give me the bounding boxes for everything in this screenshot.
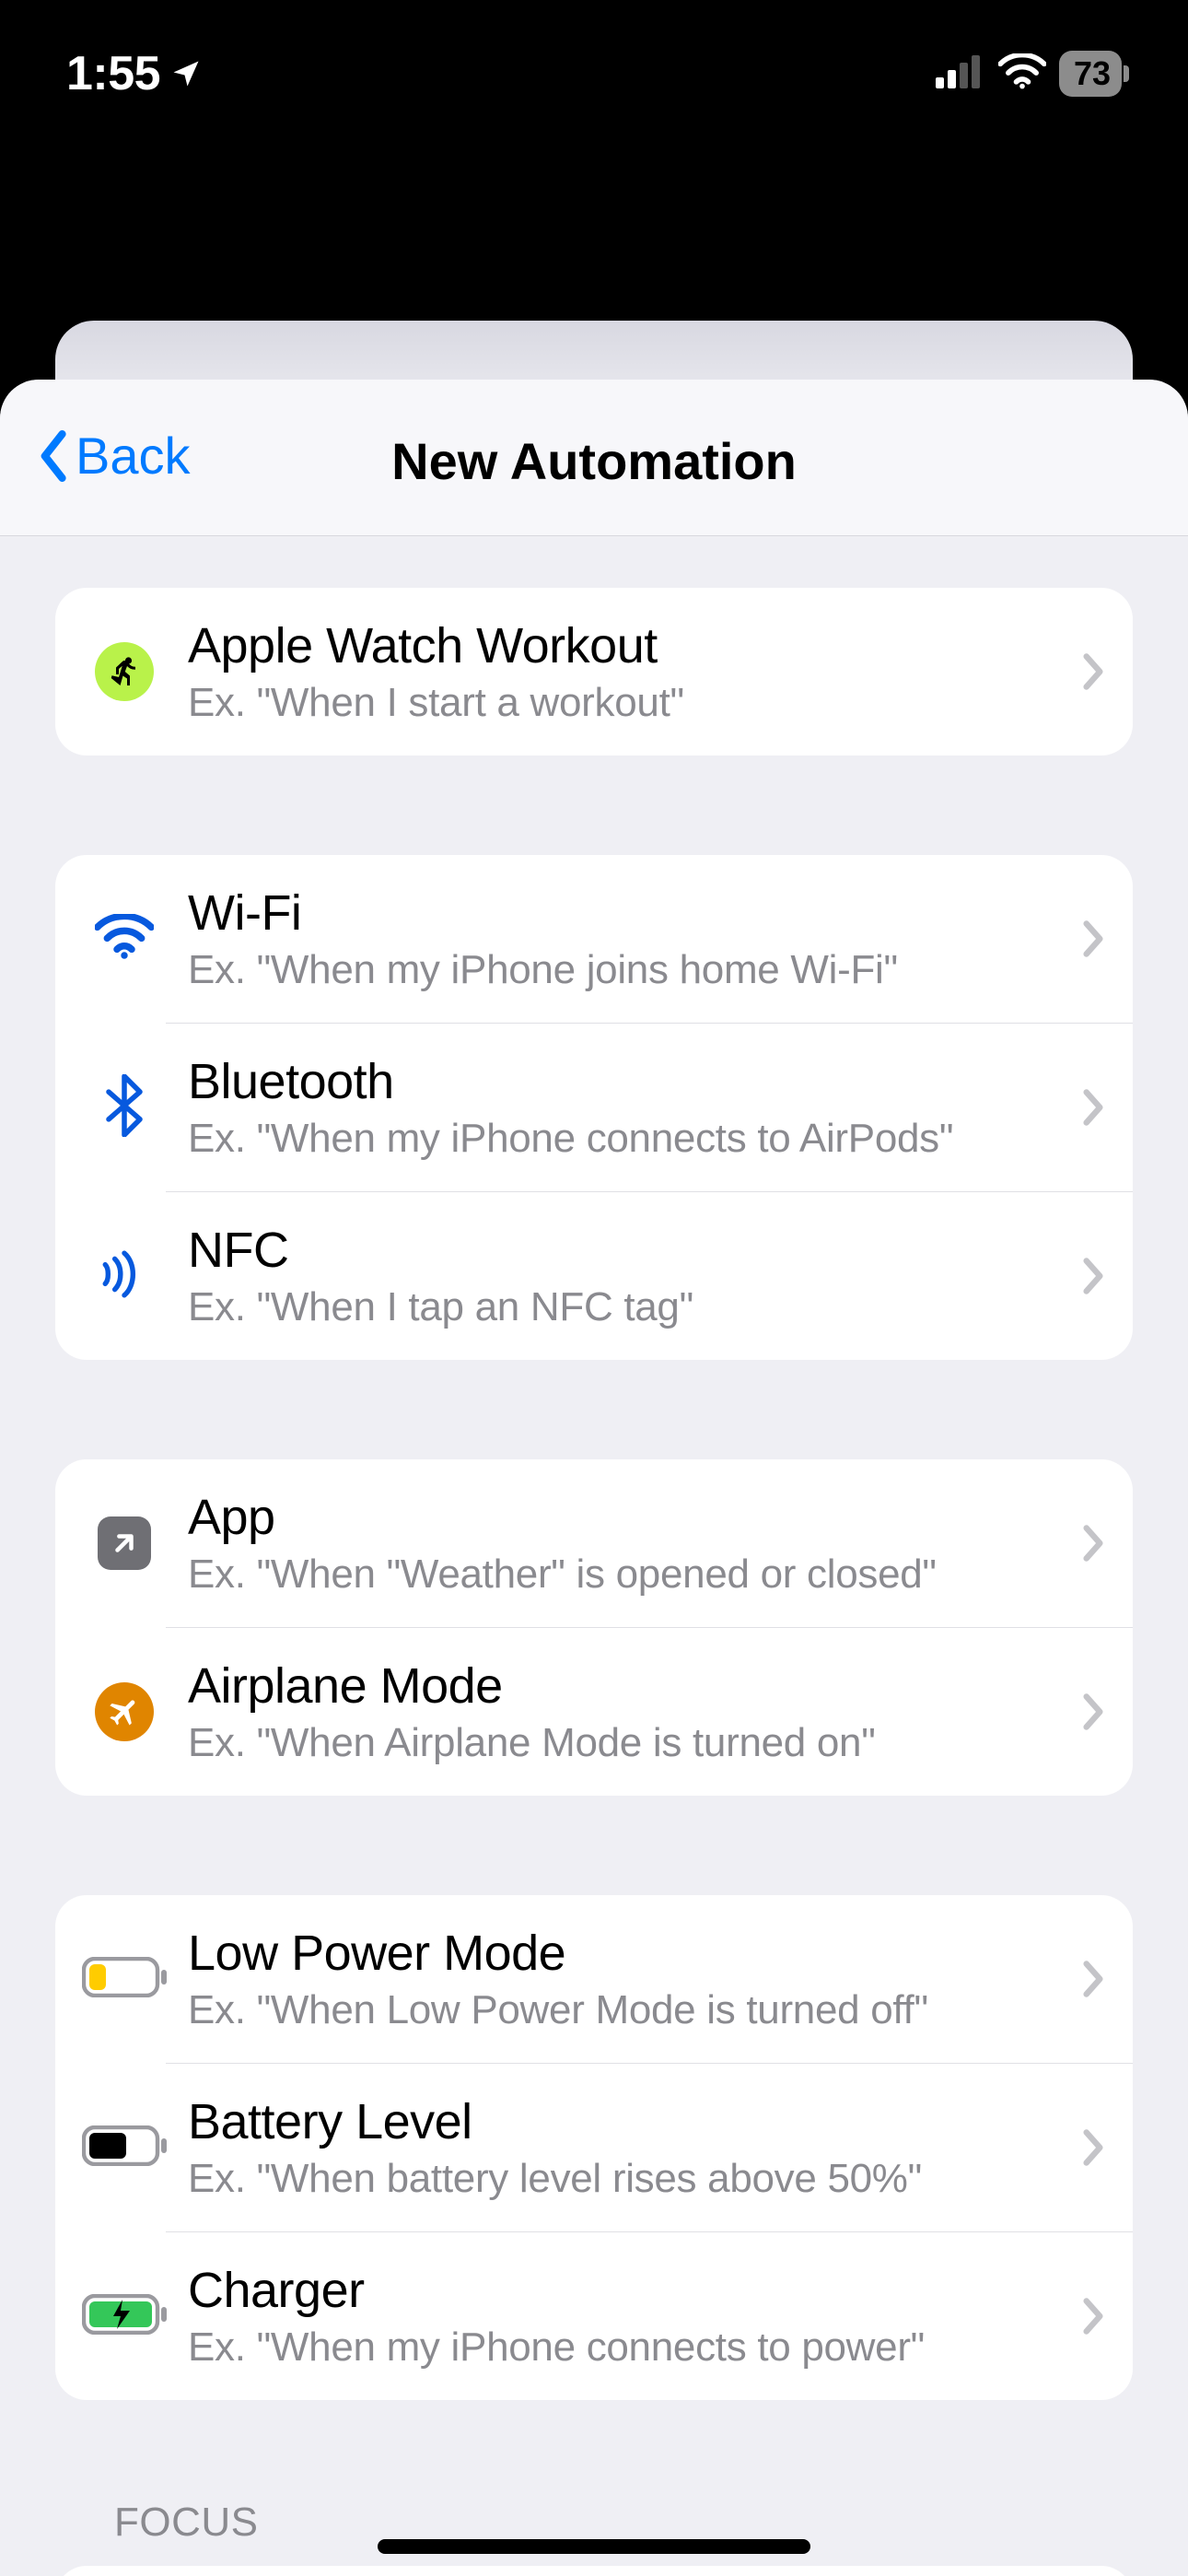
row-title: Apple Watch Workout bbox=[188, 617, 1063, 674]
row-title: Bluetooth bbox=[188, 1053, 1063, 1110]
battery-icon: 73 bbox=[1059, 51, 1122, 97]
wifi-icon bbox=[998, 53, 1046, 95]
low-power-icon bbox=[82, 1957, 167, 2002]
row-title: Charger bbox=[188, 2262, 1063, 2319]
group-connectivity: Wi-Fi Ex. "When my iPhone joins home Wi-… bbox=[55, 855, 1133, 1360]
page-title: New Automation bbox=[0, 431, 1188, 491]
row-bluetooth[interactable]: Bluetooth Ex. "When my iPhone connects t… bbox=[166, 1023, 1133, 1191]
row-app[interactable]: App Ex. "When "Weather" is opened or clo… bbox=[55, 1459, 1133, 1627]
group-app: App Ex. "When "Weather" is opened or clo… bbox=[55, 1459, 1133, 1796]
home-indicator[interactable] bbox=[378, 2539, 810, 2554]
modal-sheet: Back New Automation Apple Watch Workout … bbox=[0, 380, 1188, 2576]
row-title: NFC bbox=[188, 1222, 1063, 1279]
row-subtitle: Ex. "When I tap an NFC tag" bbox=[188, 1284, 1063, 1330]
status-bar: 1:55 73 bbox=[0, 0, 1188, 120]
nfc-icon bbox=[97, 1249, 152, 1304]
workout-icon bbox=[95, 642, 154, 701]
row-low-power-mode[interactable]: Low Power Mode Ex. "When Low Power Mode … bbox=[55, 1895, 1133, 2063]
status-time: 1:55 bbox=[66, 46, 160, 101]
row-title: Airplane Mode bbox=[188, 1657, 1063, 1715]
chevron-right-icon bbox=[1063, 1959, 1105, 1999]
row-subtitle: Ex. "When Low Power Mode is turned off" bbox=[188, 1987, 1063, 2033]
row-subtitle: Ex. "When I start a workout" bbox=[188, 680, 1063, 726]
group-focus: Do Not Disturb Ex. "When turning Do Not … bbox=[55, 2566, 1133, 2576]
battery-percent: 73 bbox=[1074, 54, 1111, 93]
chevron-right-icon bbox=[1063, 1692, 1105, 1732]
airplane-icon bbox=[95, 1682, 154, 1741]
row-title: Wi-Fi bbox=[188, 884, 1063, 942]
group-power: Low Power Mode Ex. "When Low Power Mode … bbox=[55, 1895, 1133, 2400]
row-apple-watch-workout[interactable]: Apple Watch Workout Ex. "When I start a … bbox=[55, 588, 1133, 755]
app-icon bbox=[98, 1516, 151, 1570]
row-title: Low Power Mode bbox=[188, 1925, 1063, 1982]
cellular-icon bbox=[936, 55, 985, 93]
row-airplane-mode[interactable]: Airplane Mode Ex. "When Airplane Mode is… bbox=[166, 1627, 1133, 1796]
chevron-right-icon bbox=[1063, 651, 1105, 692]
chevron-right-icon bbox=[1063, 1523, 1105, 1563]
navigation-bar: Back New Automation bbox=[0, 380, 1188, 536]
row-title: App bbox=[188, 1489, 1063, 1546]
section-header-focus: FOCUS bbox=[55, 2500, 1133, 2566]
wifi-icon bbox=[95, 914, 154, 965]
row-title: Battery Level bbox=[188, 2093, 1063, 2150]
chevron-right-icon bbox=[1063, 2296, 1105, 2336]
row-subtitle: Ex. "When Airplane Mode is turned on" bbox=[188, 1720, 1063, 1766]
scroll-area[interactable]: Apple Watch Workout Ex. "When I start a … bbox=[0, 536, 1188, 2576]
row-subtitle: Ex. "When my iPhone joins home Wi-Fi" bbox=[188, 947, 1063, 993]
chevron-right-icon bbox=[1063, 1256, 1105, 1296]
row-do-not-disturb[interactable]: Do Not Disturb Ex. "When turning Do Not … bbox=[55, 2566, 1133, 2576]
chevron-right-icon bbox=[1063, 919, 1105, 959]
row-charger[interactable]: Charger Ex. "When my iPhone connects to … bbox=[166, 2231, 1133, 2400]
location-icon bbox=[169, 57, 203, 90]
row-battery-level[interactable]: Battery Level Ex. "When battery level ri… bbox=[166, 2063, 1133, 2231]
row-subtitle: Ex. "When my iPhone connects to power" bbox=[188, 2324, 1063, 2371]
row-subtitle: Ex. "When my iPhone connects to AirPods" bbox=[188, 1116, 1063, 1162]
charger-icon bbox=[82, 2294, 167, 2339]
group-workout: Apple Watch Workout Ex. "When I start a … bbox=[55, 588, 1133, 755]
row-subtitle: Ex. "When battery level rises above 50%" bbox=[188, 2156, 1063, 2202]
row-subtitle: Ex. "When "Weather" is opened or closed" bbox=[188, 1551, 1063, 1598]
bluetooth-icon bbox=[104, 1074, 145, 1142]
chevron-right-icon bbox=[1063, 1087, 1105, 1128]
chevron-right-icon bbox=[1063, 2127, 1105, 2168]
battery-level-icon bbox=[82, 2125, 167, 2171]
row-nfc[interactable]: NFC Ex. "When I tap an NFC tag" bbox=[166, 1191, 1133, 1360]
row-wifi[interactable]: Wi-Fi Ex. "When my iPhone joins home Wi-… bbox=[55, 855, 1133, 1023]
